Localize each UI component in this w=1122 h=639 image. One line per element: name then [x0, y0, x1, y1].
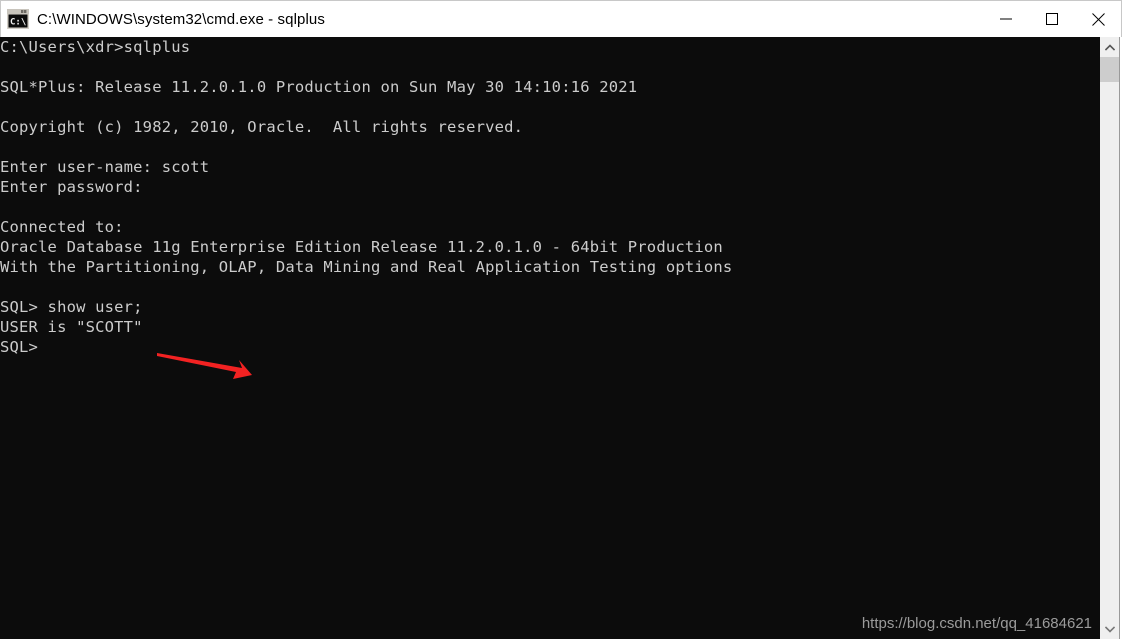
title-bar[interactable]: C:\ C:\WINDOWS\system32\cmd.exe - sqlplu…: [0, 0, 1122, 37]
close-icon: [1091, 12, 1105, 26]
console-output-area[interactable]: C:\Users\xdr>sqlplus SQL*Plus: Release 1…: [0, 37, 1100, 639]
minimize-icon: [1000, 18, 1012, 20]
chevron-up-icon: [1104, 43, 1115, 51]
console-text: C:\Users\xdr>sqlplus SQL*Plus: Release 1…: [0, 38, 733, 356]
window-title: C:\WINDOWS\system32\cmd.exe - sqlplus: [37, 10, 325, 28]
minimize-button[interactable]: [983, 1, 1029, 37]
svg-text:C:\: C:\: [10, 18, 26, 28]
scroll-down-button[interactable]: [1100, 619, 1119, 639]
maximize-icon: [1046, 13, 1058, 25]
cmd-console-icon: C:\: [7, 9, 29, 29]
scroll-up-button[interactable]: [1100, 37, 1119, 57]
maximize-button[interactable]: [1029, 1, 1075, 37]
scrollbar-thumb[interactable]: [1100, 57, 1119, 82]
vertical-scrollbar[interactable]: [1100, 37, 1120, 639]
chevron-down-icon: [1104, 625, 1115, 633]
cmd-window: C:\ C:\WINDOWS\system32\cmd.exe - sqlplu…: [0, 0, 1122, 639]
watermark-text: https://blog.csdn.net/qq_41684621: [861, 615, 1092, 632]
close-button[interactable]: [1075, 1, 1121, 37]
